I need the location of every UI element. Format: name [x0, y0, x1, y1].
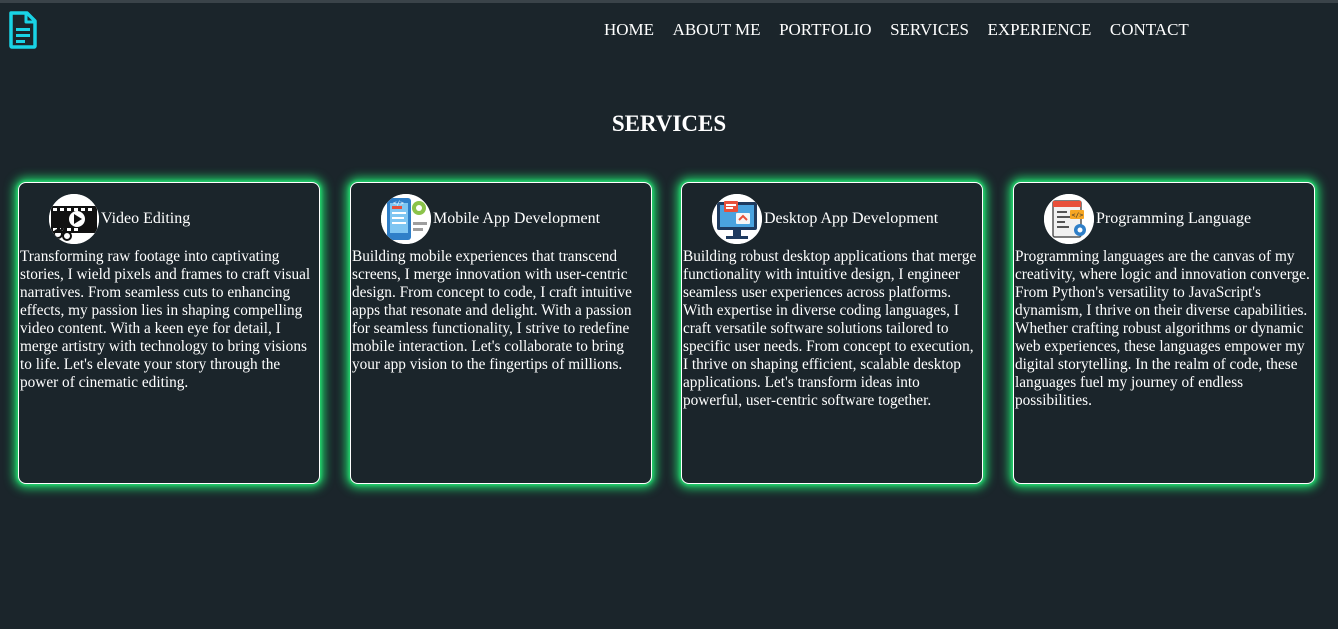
- video-editing-icon: [49, 194, 99, 244]
- service-card-desktop-app: Desktop App Development Building robust …: [681, 182, 983, 484]
- nav-services[interactable]: SERVICES: [890, 20, 969, 40]
- nav-experience[interactable]: EXPERIENCE: [988, 20, 1092, 40]
- nav-about-me[interactable]: ABOUT ME: [673, 20, 761, 40]
- mobile-app-icon: </>: [381, 194, 431, 244]
- main-nav: HOME ABOUT ME PORTFOLIO SERVICES EXPERIE…: [604, 20, 1207, 40]
- card-header: </> Programming Language: [1044, 194, 1251, 244]
- service-card-mobile-app: </> Mobile App Development Building mobi…: [350, 182, 652, 484]
- nav-contact[interactable]: CONTACT: [1110, 20, 1189, 40]
- card-title: Video Editing: [101, 210, 191, 227]
- service-card-video-editing: Video Editing Transforming raw footage i…: [18, 182, 320, 484]
- card-header: Video Editing: [49, 194, 190, 244]
- svg-text:</>: </>: [393, 200, 404, 207]
- card-title: Desktop App Development: [764, 210, 939, 227]
- card-title: Programming Language: [1096, 210, 1252, 227]
- card-header: Desktop App Development: [712, 194, 938, 244]
- nav-home[interactable]: HOME: [604, 20, 654, 40]
- card-description: Building mobile experiences that transce…: [352, 248, 632, 373]
- card-description: Programming languages are the canvas of …: [1015, 248, 1310, 409]
- card-description: Building robust desktop applications tha…: [683, 248, 977, 409]
- section-title: SERVICES: [611, 111, 727, 136]
- service-card-programming-language: </> Programming Language Programming lan…: [1013, 182, 1315, 484]
- card-header: </> Mobile App Development: [381, 194, 600, 244]
- programming-language-icon: </>: [1044, 194, 1094, 244]
- svg-text:</>: </>: [1072, 211, 1084, 219]
- card-title: Mobile App Development: [433, 210, 601, 227]
- card-description: Transforming raw footage into captivatin…: [20, 248, 311, 391]
- document-icon[interactable]: [8, 11, 38, 49]
- desktop-app-icon: [712, 194, 762, 244]
- nav-portfolio[interactable]: PORTFOLIO: [779, 20, 872, 40]
